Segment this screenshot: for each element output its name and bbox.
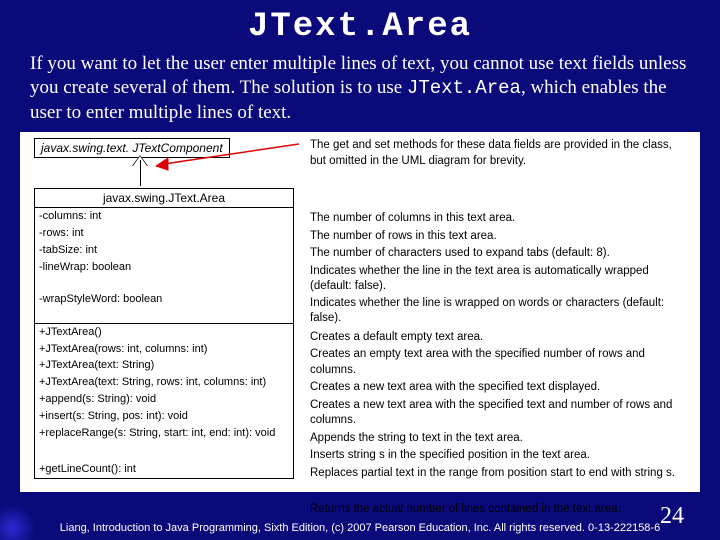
uml-child-class: javax.swing.JText.Area -columns: int-row… [34, 188, 294, 478]
desc-op-row: Creates an empty text area with the spec… [310, 346, 690, 379]
uml-attr-row: -lineWrap: boolean [35, 259, 293, 291]
desc-op-row: Appends the string to text in the text a… [310, 430, 690, 448]
uml-child-title: javax.swing.JText.Area [35, 189, 293, 208]
slide-title: JText.Area [0, 0, 720, 46]
desc-attr-row: The number of characters used to expand … [310, 245, 690, 263]
uml-attributes: -columns: int-rows: int-tabSize: int-lin… [35, 208, 293, 324]
desc-op-row: Returns the actual number of lines conta… [310, 501, 690, 519]
uml-op-row: +JTextArea() [35, 324, 293, 341]
description-column: The get and set methods for these data f… [310, 138, 690, 518]
page-number: 24 [660, 503, 684, 530]
desc-ops: Creates a default empty text area.Create… [310, 329, 690, 519]
uml-attr-row: -columns: int [35, 208, 293, 225]
uml-attr-row: -tabSize: int [35, 242, 293, 259]
desc-op-row: Replaces partial text in the range from … [310, 465, 690, 497]
uml-attr-row: -rows: int [35, 225, 293, 242]
desc-attrs: The number of columns in this text area.… [310, 210, 690, 327]
uml-op-row: +insert(s: String, pos: int): void [35, 408, 293, 425]
footer-citation: Liang, Introduction to Java Programming,… [0, 522, 720, 534]
desc-attr-row: Indicates whether the line in the text a… [310, 263, 690, 295]
desc-header-note: The get and set methods for these data f… [310, 138, 690, 184]
annotation-arrow-icon [154, 140, 304, 172]
desc-op-row: Creates a new text area with the specifi… [310, 397, 690, 430]
uml-diagram-box: javax.swing.text. JTextComponent javax.s… [20, 132, 700, 492]
desc-attr-row: The number of columns in this text area. [310, 210, 690, 228]
desc-attr-row: The number of rows in this text area. [310, 228, 690, 246]
intro-paragraph: If you want to let the user enter multip… [0, 46, 720, 130]
uml-operations: +JTextArea()+JTextArea(rows: int, column… [35, 324, 293, 478]
slide: JText.Area If you want to let the user e… [0, 0, 720, 540]
desc-op-row: Creates a default empty text area. [310, 329, 690, 347]
uml-op-row: +replaceRange(s: String, start: int, end… [35, 425, 293, 457]
uml-op-row: +JTextArea(rows: int, columns: int) [35, 341, 293, 358]
desc-op-row: Creates a new text area with the specifi… [310, 379, 690, 397]
uml-op-row: +append(s: String): void [35, 391, 293, 408]
uml-op-row: +JTextArea(text: String) [35, 357, 293, 374]
desc-attr-row: Indicates whether the line is wrapped on… [310, 295, 690, 327]
inheritance-line [140, 160, 141, 186]
uml-op-row: +JTextArea(text: String, rows: int, colu… [35, 374, 293, 391]
desc-op-row: Inserts string s in the specified positi… [310, 447, 690, 465]
uml-op-row: +getLineCount(): int [35, 461, 293, 478]
uml-attr-row: -wrapStyleWord: boolean [35, 291, 293, 323]
